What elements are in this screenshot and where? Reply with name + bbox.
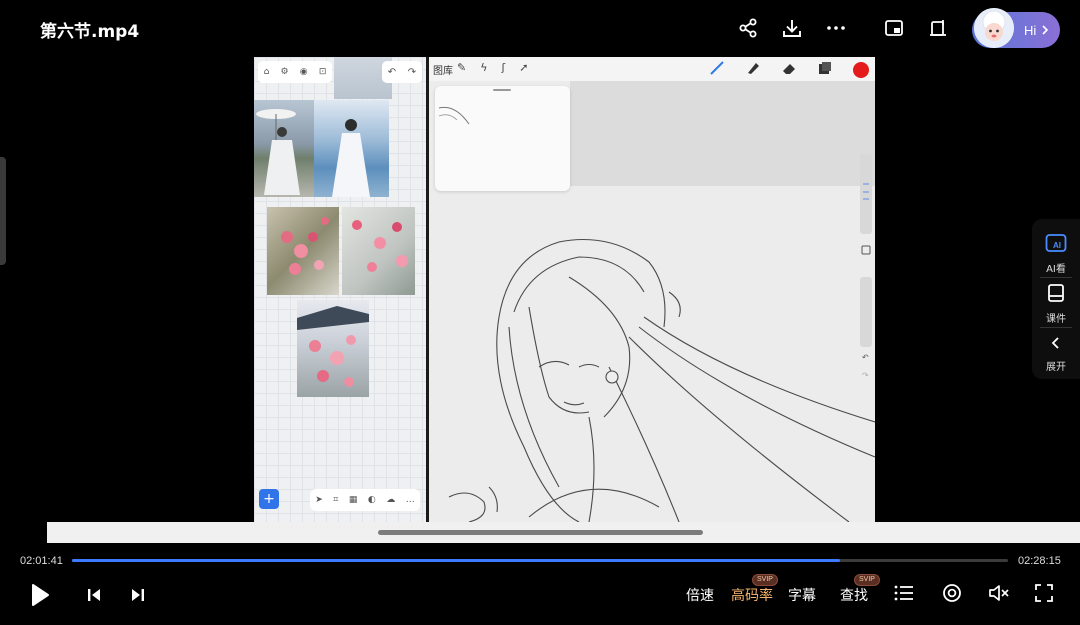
play-button[interactable] — [26, 581, 54, 609]
quality-button[interactable]: 高码率 — [731, 585, 773, 605]
video-frame: ⌂ ⚙ ◉ ⊡ ↶ ↷ + ➤ ⌗ ▦ ◐ ☁ … 图库 ✎ ϟ ʃ ➚ ↶ ↷ — [254, 57, 875, 522]
mute-icon[interactable] — [987, 581, 1011, 605]
reference-toolbar: ⌂ ⚙ ◉ ⊡ — [258, 61, 332, 83]
cursor-icon: ➤ — [315, 495, 323, 505]
grid-icon: ▦ — [348, 495, 358, 505]
share-icon[interactable] — [734, 14, 762, 42]
chevron-left-icon — [1048, 335, 1064, 355]
reference-tool-bar: ➤ ⌗ ▦ ◐ ☁ … — [310, 489, 420, 511]
quality-svip-badge: SVIP — [752, 574, 778, 586]
fullscreen-icon[interactable] — [1032, 581, 1056, 605]
lock-icon: ⊡ — [318, 67, 327, 77]
transform-icon: ➚ — [519, 61, 529, 74]
drawing-tools-left: ✎ ϟ ʃ ➚ — [457, 61, 528, 74]
assistant-button[interactable]: Hi — [972, 8, 1060, 48]
video-title: 第六节.mp4 — [40, 22, 140, 42]
reference-board: ⌂ ⚙ ◉ ⊡ ↶ ↷ + ➤ ⌗ ▦ ◐ ☁ … — [254, 57, 426, 522]
line-art-sketch — [429, 217, 875, 522]
left-collapse-tab[interactable] — [0, 157, 6, 265]
player-controls: 02:01:41 02:28:15 倍速 高码率 SVIP 字幕 查找 SVIP — [0, 543, 1080, 625]
courseware-icon — [1046, 283, 1066, 307]
download-icon[interactable] — [778, 14, 806, 42]
courseware-button[interactable]: 课件 — [1032, 283, 1080, 325]
svg-text:AI: AI — [1053, 241, 1061, 250]
progress-bar[interactable] — [72, 559, 1008, 562]
cloud-icon: ☁ — [386, 495, 396, 505]
color-swatch — [853, 61, 869, 78]
courseware-label: 课件 — [1046, 314, 1066, 325]
search-button[interactable]: 查找 — [840, 585, 868, 605]
reference-photo — [342, 207, 415, 295]
search-svip-badge: SVIP — [854, 574, 880, 586]
brush-icon — [709, 60, 725, 79]
scrollbar-thumb[interactable] — [378, 530, 703, 535]
eraser-icon — [781, 60, 797, 79]
more-icon[interactable] — [822, 14, 850, 42]
assistant-label: Hi — [1024, 22, 1037, 38]
previous-button[interactable] — [82, 583, 106, 607]
drawing-tools-right — [709, 60, 869, 79]
reference-photo — [297, 300, 369, 397]
layers-icon — [817, 60, 833, 79]
picture-in-picture-icon[interactable] — [880, 14, 908, 42]
undo-icon: ↶ — [387, 66, 397, 78]
eye-icon: ◉ — [299, 67, 308, 77]
target-icon[interactable] — [940, 581, 964, 605]
ai-view-button[interactable]: AI AI看 — [1032, 233, 1080, 275]
reference-photo — [314, 100, 389, 197]
selection-icon: ʃ — [501, 61, 506, 74]
settings-icon: ⚙ — [280, 67, 289, 77]
top-bar: 第六节.mp4 Hi — [0, 0, 1080, 57]
drawing-app: 图库 ✎ ϟ ʃ ➚ ↶ ↷ — [429, 57, 875, 522]
add-reference-button[interactable]: + — [259, 489, 279, 509]
next-button[interactable] — [126, 583, 150, 607]
more-icon: … — [405, 495, 415, 505]
reference-undo-bar: ↶ ↷ — [382, 61, 422, 83]
redo-icon: ↷ — [407, 66, 417, 78]
speed-button[interactable]: 倍速 — [686, 585, 714, 605]
reference-photo — [254, 100, 314, 197]
subtitle-button[interactable]: 字幕 — [788, 585, 816, 605]
gallery-label: 图库 — [433, 65, 453, 77]
expand-button[interactable]: 展开 — [1032, 335, 1080, 373]
expand-label: 展开 — [1046, 362, 1066, 373]
magic-wand-icon: ϟ — [480, 61, 488, 74]
wrench-icon: ✎ — [457, 61, 467, 74]
canvas-background — [570, 81, 875, 186]
paint-icon: ◐ — [367, 495, 376, 505]
assistant-avatar — [974, 8, 1014, 48]
gallery-popup — [435, 86, 570, 191]
video-area[interactable]: ⌂ ⚙ ◉ ⊡ ↶ ↷ + ➤ ⌗ ▦ ◐ ☁ … 图库 ✎ ϟ ʃ ➚ ↶ ↷ — [0, 57, 1080, 522]
reference-photo — [267, 207, 339, 295]
ai-view-label: AI看 — [1046, 264, 1066, 275]
ai-view-icon: AI — [1045, 233, 1067, 257]
playlist-icon[interactable] — [892, 581, 916, 605]
pin-window-icon[interactable] — [924, 14, 952, 42]
total-time: 02:28:15 — [1018, 555, 1061, 567]
chevron-right-icon — [1041, 21, 1049, 40]
progress-fill — [72, 559, 840, 562]
horizontal-scrollbar[interactable] — [47, 522, 1080, 543]
side-panel: AI AI看 课件 展开 — [1032, 219, 1080, 379]
current-time: 02:01:41 — [20, 555, 63, 567]
smudge-icon — [745, 60, 761, 79]
home-icon: ⌂ — [263, 67, 270, 77]
crop-icon: ⌗ — [333, 495, 339, 505]
